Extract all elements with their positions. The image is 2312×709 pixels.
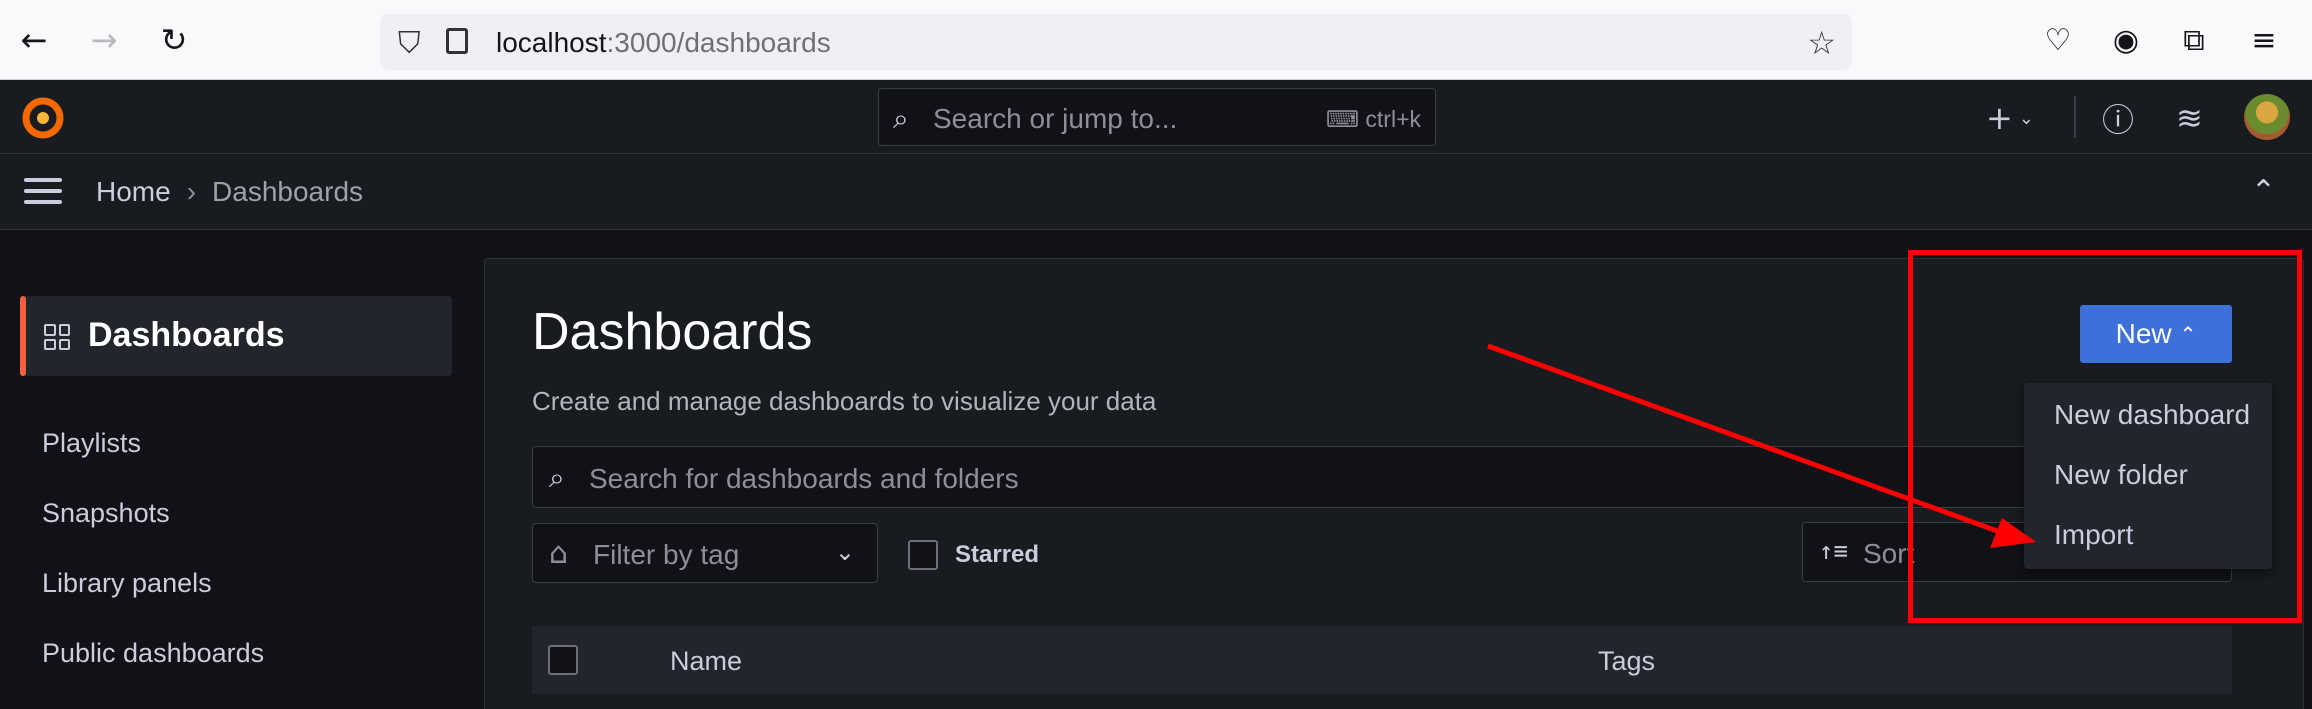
annotation-arrow (1487, 343, 2036, 548)
